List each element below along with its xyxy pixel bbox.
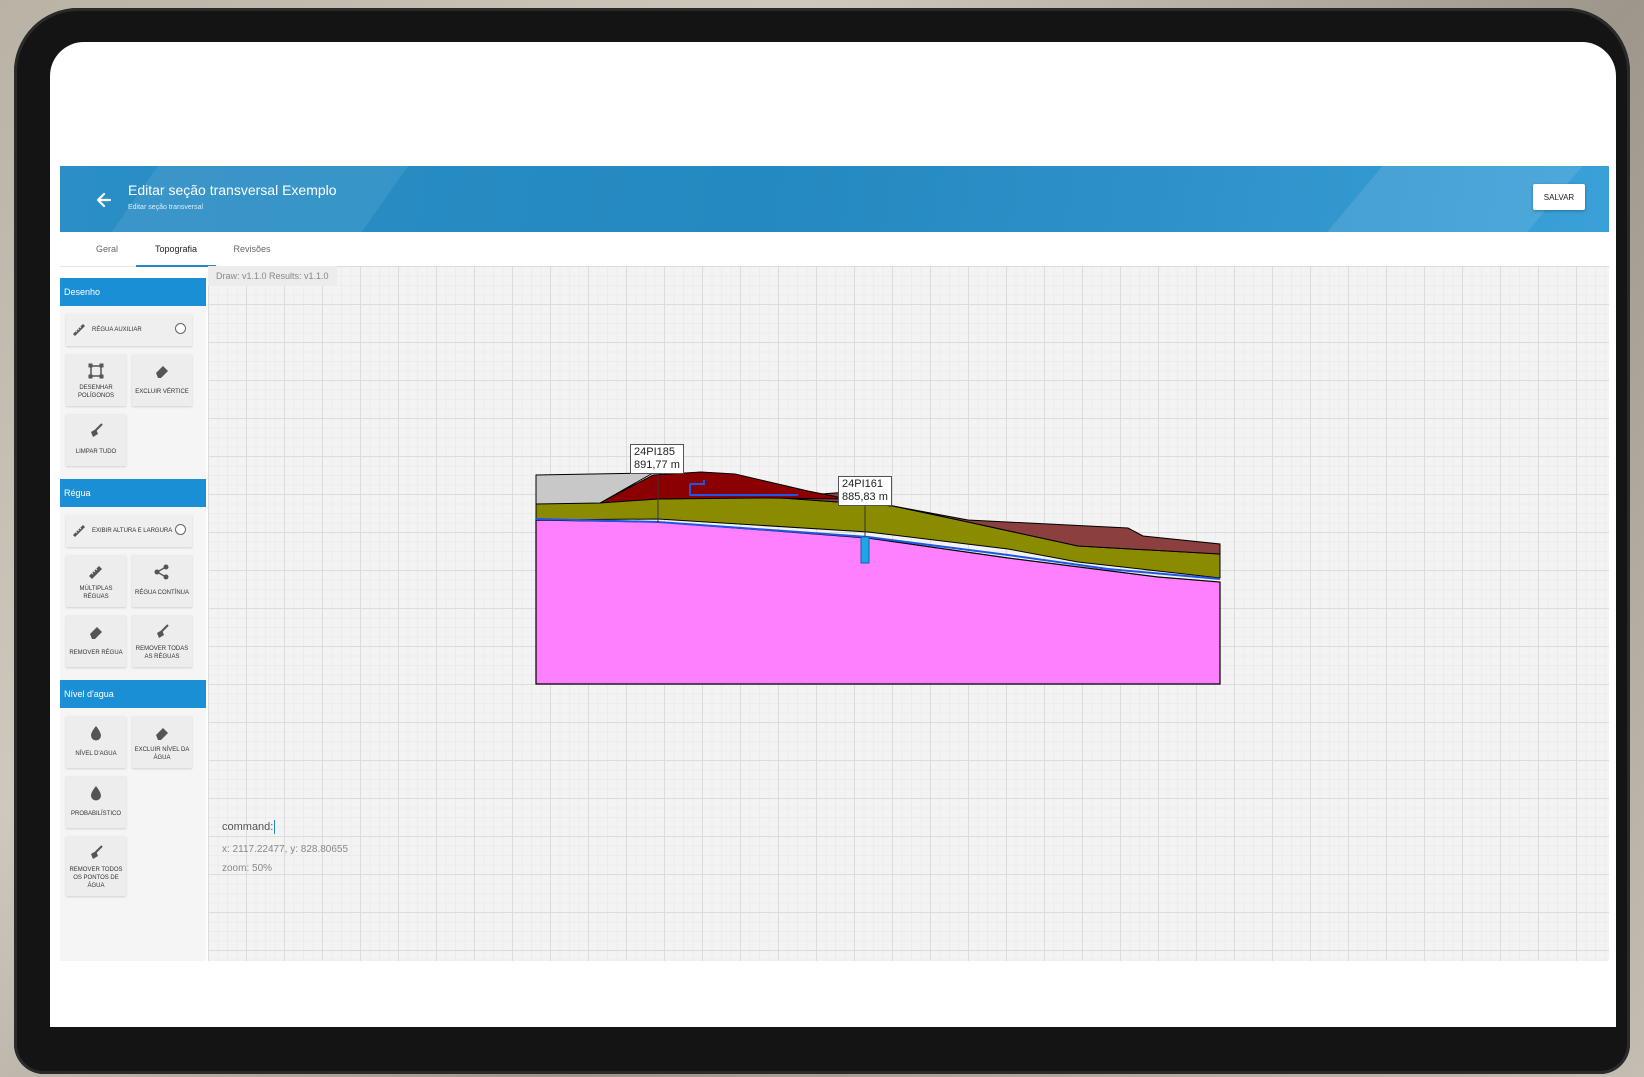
eraser-icon	[156, 728, 168, 740]
cross-section-drawing	[535, 471, 1221, 685]
regua-continua-button[interactable]: RÉGUA CONTÍNUA	[132, 555, 192, 607]
tab-bar: Geral Topografia Revisões	[60, 232, 1609, 267]
desenhar-poligonos-button[interactable]: DESENHAR POLÍGONOS	[66, 354, 126, 406]
tab-topografia[interactable]: Topografia	[136, 232, 216, 267]
excluir-vertice-button[interactable]: EXCLUIR VÉRTICE	[132, 354, 192, 406]
regua-auxiliar-label: RÉGUA AUXILIAR	[92, 327, 142, 333]
regua-auxiliar-toggle[interactable]: RÉGUA AUXILIAR	[66, 314, 192, 346]
save-button[interactable]: SALVAR	[1533, 184, 1585, 210]
polygon-icon	[88, 363, 104, 379]
multiplas-reguas-button[interactable]: MÚLTIPLAS RÉGUAS	[66, 555, 126, 607]
exibir-altura-toggle[interactable]: EXIBIR ALTURA E LARGURA	[66, 515, 192, 547]
well-label-1[interactable]: 24PI185 891,77 m	[630, 444, 684, 474]
tab-revisoes[interactable]: Revisões	[216, 232, 288, 265]
cursor-coordinates: x: 2117.22477, y: 828.80655	[222, 844, 349, 855]
remover-regua-button[interactable]: REMOVER RÉGUA	[66, 615, 126, 667]
broom-icon	[157, 624, 169, 638]
exibir-altura-label: EXIBIR ALTURA E LARGURA	[92, 528, 173, 534]
excluir-nivel-button[interactable]: EXCLUIR NÍVEL DA ÁGUA	[132, 716, 192, 768]
section-nivel-header[interactable]: Nível d'agua	[60, 680, 206, 708]
page-subtitle: Editar seção transversal	[128, 204, 204, 211]
share-icon	[154, 564, 169, 580]
eraser-icon	[156, 366, 168, 378]
app-window: Editar seção transversal Exemplo Editar …	[60, 166, 1609, 961]
nivel-dagua-button[interactable]: NÍVEL D'AGUA	[66, 716, 126, 768]
page-title: Editar seção transversal Exemplo	[128, 182, 337, 198]
section-regua-header[interactable]: Régua	[60, 479, 206, 507]
back-arrow-icon[interactable]	[90, 186, 118, 214]
remover-pontos-agua-button[interactable]: REMOVER TODOS OS PONTOS DE ÁGUA	[66, 836, 126, 896]
drawing-canvas[interactable]: Draw: v1.1.0 Results: v1.1.0 24PI185 891…	[208, 266, 1609, 961]
piezometer-marker	[860, 536, 870, 564]
ruler-icon	[73, 525, 85, 537]
broom-icon	[91, 423, 103, 437]
broom-icon	[91, 845, 103, 859]
water-drop-icon	[91, 786, 101, 801]
section-desenho-header[interactable]: Desenho	[60, 278, 206, 306]
multi-ruler-icon	[89, 566, 102, 579]
regua-auxiliar-radio[interactable]	[175, 323, 186, 334]
tool-sidebar: Desenho RÉGUA AUXILIAR DESENHAR POLÍGONO…	[60, 278, 206, 961]
exibir-altura-radio[interactable]	[175, 524, 186, 535]
probabilistico-button[interactable]: PROBABILÍSTICO	[66, 776, 126, 828]
text-cursor	[274, 820, 276, 834]
ruler-icon	[73, 324, 85, 336]
eraser-icon	[90, 627, 102, 639]
well-label-2[interactable]: 24PI161 885,83 m	[838, 476, 892, 506]
limpar-tudo-button[interactable]: LIMPAR TUDO	[66, 414, 126, 466]
zoom-level: zoom: 50%	[222, 863, 273, 874]
water-drop-icon	[91, 726, 101, 741]
remover-todas-reguas-button[interactable]: REMOVER TODAS AS RÉGUAS	[132, 615, 192, 667]
device-screen: Editar seção transversal Exemplo Editar …	[50, 42, 1616, 1027]
command-line[interactable]: command:	[222, 820, 276, 834]
app-header: Editar seção transversal Exemplo Editar …	[60, 166, 1609, 232]
